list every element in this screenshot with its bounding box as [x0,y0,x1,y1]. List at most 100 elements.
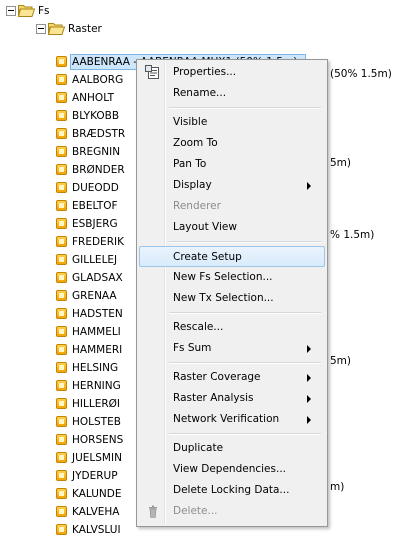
tree-item[interactable]: HOLSTEB [0,413,140,431]
tree-item[interactable]: DUEODD [0,179,140,197]
raster-layer-icon [56,452,67,463]
tree-item[interactable]: HAMMERI [0,341,140,359]
tree-item[interactable]: ESBJERG [0,215,140,233]
raster-layer-icon [56,290,67,301]
tree-item-label: GILLELEJ [72,254,118,266]
menu-item-visible[interactable]: Visible [139,112,325,133]
tree-item-label: JUELSMIN [72,452,122,464]
tree-item[interactable]: HAMMELI [0,323,140,341]
tree-item-suffix: 5m) [330,157,352,169]
menu-item-create-setup[interactable]: Create Setup [139,246,325,267]
tree-item[interactable]: BREGNIN [0,143,140,161]
menu-item-rename[interactable]: Rename... [139,83,325,104]
raster-layer-icon [56,254,67,265]
raster-layer-icon [56,308,67,319]
raster-layer-icon [56,164,67,175]
tree-item-label: HADSTEN [72,308,123,320]
tree-item[interactable]: JUELSMIN [0,449,140,467]
tree-item[interactable]: HELSING [0,359,140,377]
tree-item[interactable]: AALBORG [0,71,140,89]
menu-separator [169,362,321,364]
raster-layer-icon [56,434,67,445]
tree-item[interactable]: EBELTOF [0,197,140,215]
tree-item-label: HILLERØI [72,398,120,410]
menu-item-duplicate[interactable]: Duplicate [139,438,325,459]
tree-item[interactable]: KALUNDE [0,485,140,503]
properties-icon [145,65,159,79]
tree-item[interactable]: BLYKOBB [0,107,140,125]
tree-item-label: ESBJERG [72,218,118,230]
tree-item-label: HOLSTEB [72,416,121,428]
menu-item-delete-locking-data[interactable]: Delete Locking Data... [139,480,325,501]
tree-item-label: KALVEHA [72,506,120,518]
menu-item-label: Fs Sum [173,342,212,354]
tree-item[interactable]: KALVSLUI [0,521,140,539]
tree-node-label: Raster [68,23,102,35]
raster-layer-icon [56,128,67,139]
tree-item-label: HORSENS [72,434,124,446]
menu-item-label: Renderer [173,200,221,212]
tree-item[interactable]: GRENAA [0,287,140,305]
menu-item-zoom-to[interactable]: Zoom To [139,133,325,154]
submenu-arrow-icon [307,345,311,353]
tree-item-label: DUEODD [72,182,119,194]
tree-item[interactable]: JYDERUP [0,467,140,485]
tree-item[interactable]: BRØNDER [0,161,140,179]
tree-item-label: HAMMELI [72,326,121,338]
tree-item[interactable]: GILLELEJ [0,251,140,269]
menu-item-label: Properties... [173,66,237,78]
menu-item-raster-analysis[interactable]: Raster Analysis [139,388,325,409]
tree-item[interactable]: HILLERØI [0,395,140,413]
menu-item-label: Delete... [173,505,218,517]
menu-item-properties[interactable]: Properties... [139,62,325,83]
raster-layer-icon [56,380,67,391]
tree-node-fs[interactable]: Fs [0,2,80,20]
tree-item-label: HAMMERI [72,344,123,356]
raster-layer-icon [56,56,67,67]
tree-item[interactable]: KALVEHA [0,503,140,521]
submenu-arrow-icon [307,182,311,190]
menu-item-rescale[interactable]: Rescale... [139,317,325,338]
submenu-arrow-icon [307,416,311,424]
tree-item[interactable]: FREDERIK [0,233,140,251]
raster-layer-icon [56,272,67,283]
menu-item-label: Layout View [173,221,237,233]
tree-item[interactable]: BRÆDSTR [0,125,140,143]
raster-layer-icon [56,362,67,373]
menu-item-label: New Fs Selection... [173,271,273,283]
menu-item-label: Pan To [173,158,207,170]
raster-layer-icon [56,92,67,103]
collapse-icon[interactable] [36,24,46,34]
menu-item-layout-view[interactable]: Layout View [139,217,325,238]
raster-layer-icon [56,506,67,517]
menu-item-pan-to[interactable]: Pan To [139,154,325,175]
tree-item[interactable]: HERNING [0,377,140,395]
raster-layer-icon [56,146,67,157]
tree-item-label: BRØNDER [72,164,125,176]
menu-item-fs-sum[interactable]: Fs Sum [139,338,325,359]
tree-item-label: FREDERIK [72,236,124,248]
tree-item[interactable]: ANHOLT [0,89,140,107]
tree-item-label: GLADSAX [72,272,123,284]
tree-item-label: HERNING [72,380,121,392]
collapse-icon[interactable] [6,6,16,16]
tree-item-label: EBELTOF [72,200,118,212]
tree-item-label: BRÆDSTR [72,128,126,140]
tree-node-raster[interactable]: Raster [0,20,120,38]
menu-item-view-dependencies[interactable]: View Dependencies... [139,459,325,480]
tree-item[interactable]: HADSTEN [0,305,140,323]
menu-item-label: Network Verification [173,413,280,425]
raster-layer-icon [56,218,67,229]
menu-item-label: Zoom To [173,137,218,149]
menu-item-display[interactable]: Display [139,175,325,196]
menu-item-new-tx-selection[interactable]: New Tx Selection... [139,288,325,309]
tree-item[interactable]: GLADSAX [0,269,140,287]
menu-separator [169,312,321,314]
menu-item-raster-coverage[interactable]: Raster Coverage [139,367,325,388]
raster-layer-icon [56,416,67,427]
tree-item-suffix: m) [330,481,345,493]
menu-item-network-verification[interactable]: Network Verification [139,409,325,430]
tree-item[interactable]: HORSENS [0,431,140,449]
tree-item-label: ANHOLT [72,92,115,104]
menu-item-new-fs-selection[interactable]: New Fs Selection... [139,267,325,288]
